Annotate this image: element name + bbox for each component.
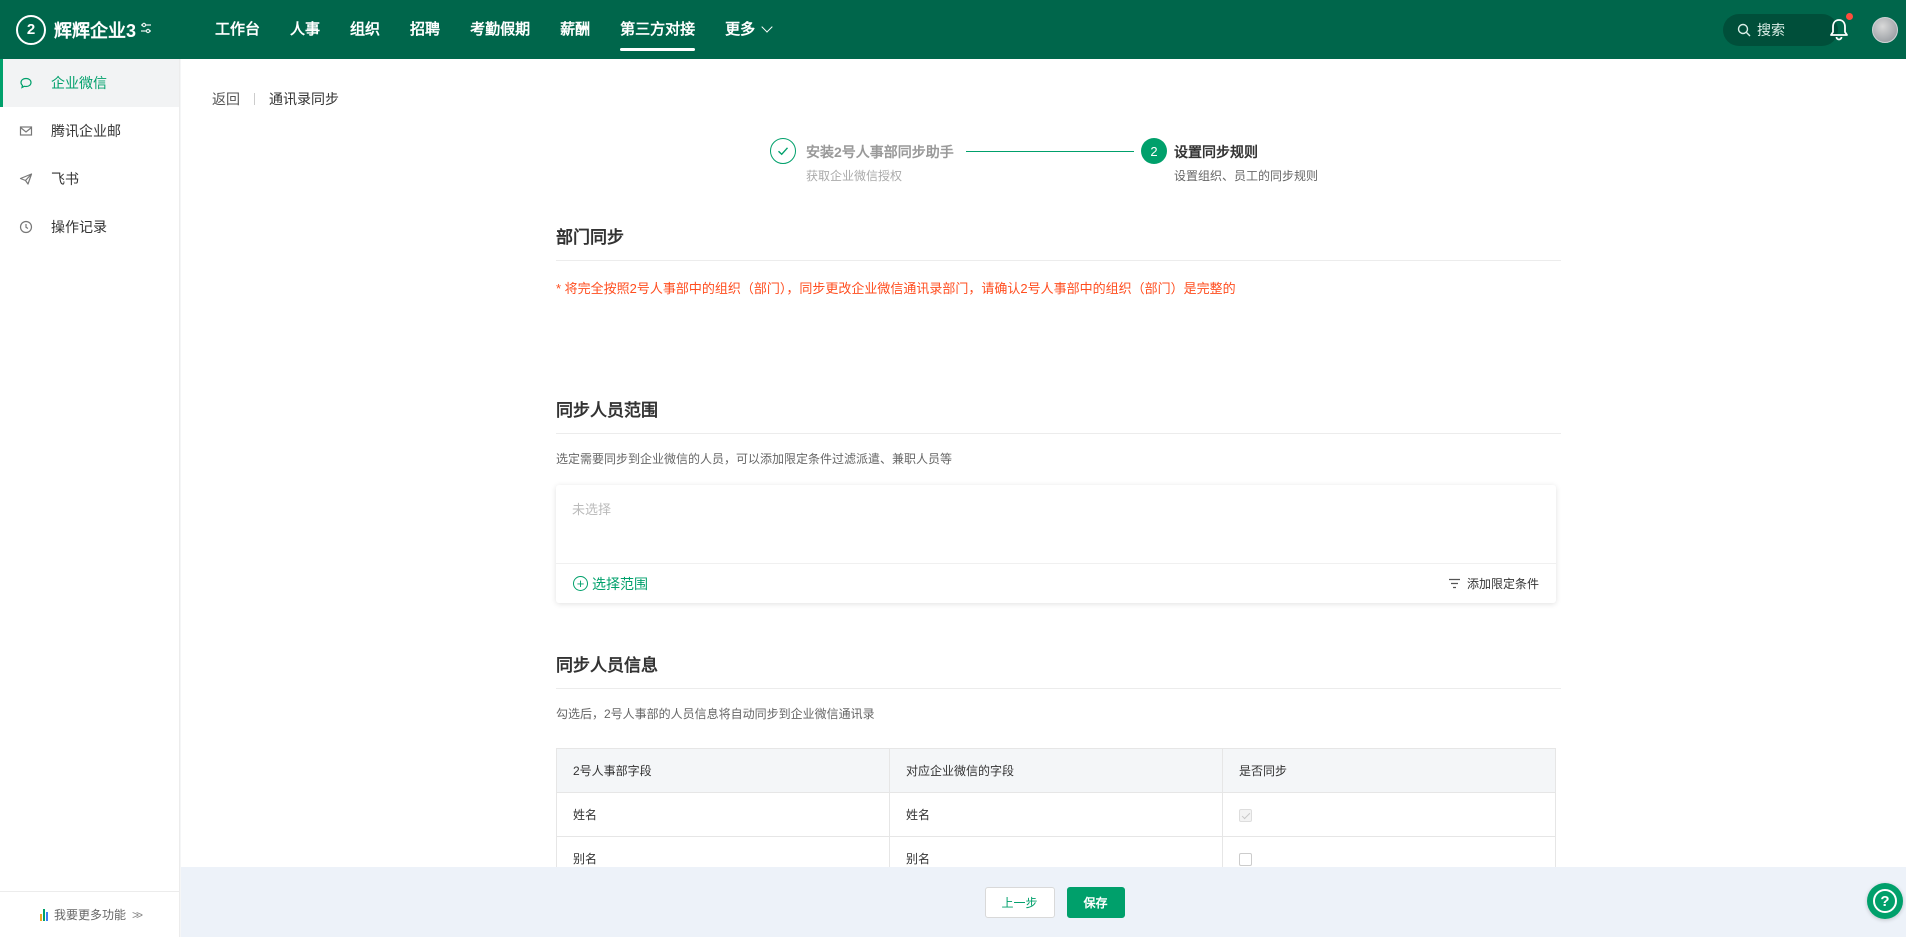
- sync-checkbox-alias[interactable]: [1239, 852, 1252, 866]
- chevron-down-icon: [761, 21, 773, 33]
- sync-checkbox-name: [1239, 808, 1252, 822]
- notification-dot: [1845, 12, 1854, 21]
- help-button[interactable]: ?: [1867, 883, 1903, 919]
- range-picker-footer: + 选择范围 添加限定条件: [556, 563, 1556, 603]
- sidebar-item-operation-log[interactable]: 操作记录: [0, 203, 179, 251]
- mail-icon: [19, 124, 33, 138]
- breadcrumb-divider: [254, 93, 255, 105]
- nav-item-more[interactable]: 更多: [725, 0, 773, 59]
- search-label: 搜索: [1757, 22, 1785, 38]
- sync-cell: [1222, 792, 1556, 837]
- sidebar-item-wecom[interactable]: 企业微信: [0, 59, 179, 107]
- sidebar-item-tencent-mail[interactable]: 腾讯企业邮: [0, 107, 179, 155]
- nav-item-workbench[interactable]: 工作台: [215, 0, 260, 59]
- clock-icon: [19, 220, 33, 234]
- paper-plane-icon: [19, 172, 33, 186]
- step-indicator: 安装2号人事部同步助手 获取企业微信授权 2 设置同步规则 设置组织、员工的同步…: [770, 138, 1370, 198]
- logo-icon: 2: [16, 14, 46, 45]
- breadcrumb: 返回 通讯录同步: [212, 89, 339, 109]
- footer-action-bar: 上一步 保存: [181, 867, 1906, 937]
- double-chevron-right-icon: >>: [132, 907, 143, 922]
- nav-item-third-party[interactable]: 第三方对接: [620, 0, 696, 59]
- add-condition-button[interactable]: 添加限定条件: [1448, 575, 1539, 592]
- dept-sync-warning: * 将完全按照2号人事部中的组织（部门），同步更改企业微信通讯录部门，请确认2号…: [556, 281, 1236, 296]
- sync-range-hint: 选定需要同步到企业微信的人员，可以添加限定条件过滤派遣、兼职人员等: [556, 452, 953, 466]
- search-button[interactable]: 搜索: [1723, 14, 1838, 46]
- help-icon: ?: [1873, 889, 1897, 913]
- sync-range-title: 同步人员范围: [556, 396, 1561, 434]
- more-features-link[interactable]: 我要更多功能 >>: [0, 891, 180, 937]
- nav-item-payroll[interactable]: 薪酬: [560, 0, 590, 59]
- dept-sync-title: 部门同步: [556, 223, 1561, 261]
- column-header: 2号人事部字段: [556, 748, 890, 793]
- logo-mark-text: 2: [26, 21, 36, 38]
- previous-step-button[interactable]: 上一步: [984, 886, 1055, 918]
- avatar[interactable]: [1872, 17, 1898, 43]
- top-navigation-bar: 2 辉辉企业3 工作台 人事 组织 招聘 考勤假期 薪酬 第三方对接 更多 搜索: [0, 0, 1906, 59]
- sidebar-item-label: 飞书: [51, 171, 79, 187]
- table-header-row: 2号人事部字段 对应企业微信的字段 是否同步: [556, 748, 1556, 793]
- column-header: 对应企业微信的字段: [889, 748, 1223, 793]
- nav-more-label: 更多: [725, 21, 756, 38]
- step-1-desc: 获取企业微信授权: [806, 169, 903, 183]
- main-panel: 返回 通讯录同步 安装2号人事部同步助手 获取企业微信授权 2 设置同步规则 设…: [181, 59, 1906, 937]
- nav-item-recruitment[interactable]: 招聘: [410, 0, 440, 59]
- switch-settings-icon[interactable]: [140, 22, 152, 37]
- step-1-title: 安装2号人事部同步助手: [806, 144, 954, 160]
- plus-circle-icon: +: [573, 576, 588, 591]
- sidebar: 企业微信 腾讯企业邮 飞书 操作记录 我要更多功能 >>: [0, 59, 180, 937]
- save-button[interactable]: 保存: [1066, 886, 1125, 918]
- breadcrumb-current: 通讯录同步: [269, 91, 339, 107]
- bar-chart-icon: [39, 908, 49, 921]
- sync-range-section: 同步人员范围 选定需要同步到企业微信的人员，可以添加限定条件过滤派遣、兼职人员等…: [556, 396, 1561, 603]
- step-2-title: 设置同步规则: [1174, 144, 1258, 160]
- back-link[interactable]: 返回: [212, 89, 240, 109]
- nav-item-attendance[interactable]: 考勤假期: [470, 0, 530, 59]
- table-row: 姓名 姓名: [556, 792, 1556, 837]
- sync-info-title: 同步人员信息: [556, 651, 1561, 689]
- nav-item-organization[interactable]: 组织: [350, 0, 380, 59]
- select-range-label: 选择范围: [592, 575, 648, 592]
- step-2-number: 2: [1141, 138, 1167, 164]
- column-header: 是否同步: [1222, 748, 1556, 793]
- filter-icon: [1448, 578, 1460, 589]
- nav-item-personnel[interactable]: 人事: [290, 0, 320, 59]
- add-condition-label: 添加限定条件: [1466, 577, 1539, 591]
- select-range-button[interactable]: + 选择范围: [573, 574, 648, 594]
- check-icon: [770, 138, 796, 164]
- sidebar-item-label: 企业微信: [51, 75, 107, 91]
- search-icon: [1737, 23, 1751, 37]
- field-cell: 姓名: [556, 792, 890, 837]
- more-features-label: 我要更多功能: [53, 908, 126, 922]
- range-placeholder: 未选择: [572, 502, 612, 517]
- step-2-desc: 设置组织、员工的同步规则: [1174, 169, 1319, 183]
- sync-rules-form: 部门同步 * 将完全按照2号人事部中的组织（部门），同步更改企业微信通讯录部门，…: [556, 223, 1561, 925]
- sidebar-item-label: 操作记录: [51, 219, 107, 235]
- wx-field-cell: 姓名: [889, 792, 1223, 837]
- chat-icon: [19, 76, 33, 90]
- company-name: 辉辉企业3: [54, 20, 137, 41]
- company-switcher[interactable]: 2 辉辉企业3: [16, 14, 166, 45]
- sidebar-item-label: 腾讯企业邮: [51, 123, 121, 139]
- sync-info-hint: 勾选后，2号人事部的人员信息将自动同步到企业微信通讯录: [556, 707, 875, 721]
- sidebar-item-feishu[interactable]: 飞书: [0, 155, 179, 203]
- main-nav: 工作台 人事 组织 招聘 考勤假期 薪酬 第三方对接 更多: [200, 0, 786, 59]
- step-connector: [966, 151, 1134, 152]
- range-picker[interactable]: 未选择 + 选择范围 添加限定条件: [556, 485, 1556, 603]
